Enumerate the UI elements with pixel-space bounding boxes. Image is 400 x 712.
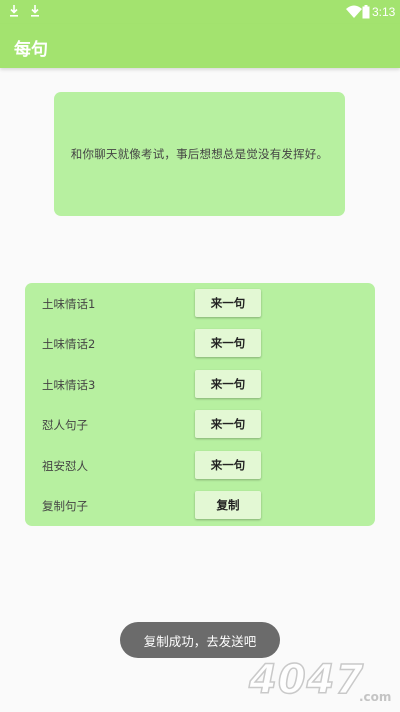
download-icon bbox=[31, 5, 39, 17]
quote-text: 和你聊天就像考试，事后想想总是觉没有发挥好。 bbox=[70, 147, 329, 161]
app-title: 每句 bbox=[14, 40, 48, 60]
watermark-suffix: .com bbox=[359, 690, 391, 704]
toast-text: 复制成功，去发送吧 bbox=[143, 633, 257, 649]
fetch-sentence-button[interactable]: 来一句 bbox=[195, 410, 261, 438]
action-row-zuan-dui-ren: 祖安怼人 来一句 bbox=[25, 445, 375, 485]
status-bar: 3:13 bbox=[0, 0, 400, 24]
action-row-tuwei-2: 土味情话2 来一句 bbox=[25, 323, 375, 363]
action-row-dui-ren: 怼人句子 来一句 bbox=[25, 404, 375, 444]
watermark-logo: 4047 .com bbox=[247, 656, 391, 704]
action-row-tuwei-1: 土味情话1 来一句 bbox=[25, 283, 375, 323]
row-label: 土味情话2 bbox=[42, 337, 96, 351]
copy-button[interactable]: 复制 bbox=[195, 491, 261, 519]
action-row-tuwei-3: 土味情话3 来一句 bbox=[25, 364, 375, 404]
fetch-sentence-button[interactable]: 来一句 bbox=[195, 370, 261, 398]
toast-message: 复制成功，去发送吧 bbox=[120, 622, 280, 658]
fetch-sentence-button[interactable]: 来一句 bbox=[195, 329, 261, 357]
row-label: 土味情话3 bbox=[42, 378, 96, 392]
battery-icon bbox=[362, 5, 370, 19]
status-time: 3:13 bbox=[372, 5, 396, 19]
row-label: 复制句子 bbox=[42, 499, 88, 513]
row-label: 怼人句子 bbox=[42, 418, 88, 432]
watermark-text: 4047 bbox=[248, 657, 364, 703]
action-panel: 土味情话1 来一句 土味情话2 来一句 土味情话3 来一句 怼人句子 来一句 祖… bbox=[25, 283, 375, 526]
wifi-icon bbox=[346, 5, 362, 18]
action-row-copy: 复制句子 复制 bbox=[25, 485, 375, 525]
fetch-sentence-button[interactable]: 来一句 bbox=[195, 289, 261, 317]
app-bar: 每句 bbox=[0, 24, 400, 68]
fetch-sentence-button[interactable]: 来一句 bbox=[195, 451, 261, 479]
row-label: 祖安怼人 bbox=[42, 459, 88, 473]
row-label: 土味情话1 bbox=[42, 297, 96, 311]
quote-card: 和你聊天就像考试，事后想想总是觉没有发挥好。 bbox=[54, 92, 345, 216]
download-icon bbox=[10, 5, 18, 17]
